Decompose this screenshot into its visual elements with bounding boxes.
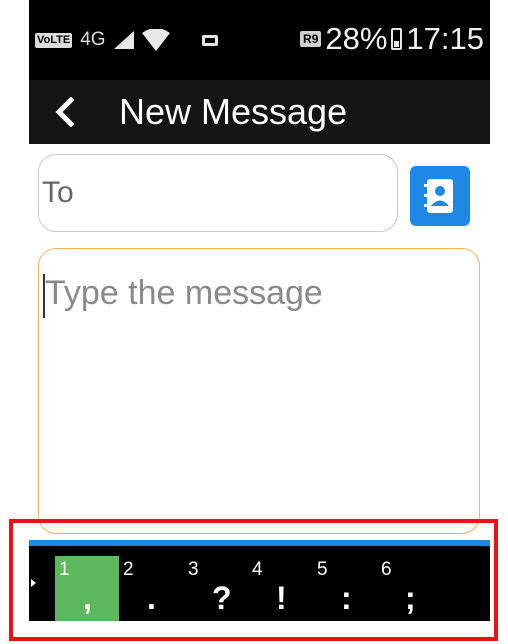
scroll-left-icon[interactable] [31,579,36,587]
key-symbol: . [147,580,156,616]
key-number: 6 [381,559,392,580]
key-number: 3 [188,559,199,580]
key-number: 2 [123,559,134,580]
status-bar: VoLTE 4G R9 28% 17:15 [29,0,490,80]
message-placeholder: Type the message [45,274,323,312]
symbol-key-5[interactable]: 5 : [313,556,377,621]
key-number: 4 [252,559,263,580]
notification-icon [201,35,218,46]
symbol-key-1[interactable]: 1 , [55,556,119,621]
network-type: 4G [80,29,106,50]
status-bar-right: R9 28% 17:15 [300,18,484,60]
recipient-placeholder: To [42,176,74,209]
contacts-button[interactable] [410,166,470,226]
roaming-badge: R9 [300,31,322,47]
app-bar: New Message [29,80,490,144]
contact-book-icon [424,179,453,213]
back-arrow-icon[interactable] [41,88,89,136]
status-bar-left: VoLTE 4G [35,22,220,58]
recipient-input[interactable]: To [38,154,398,232]
key-number: 1 [59,559,70,580]
key-symbol: , [83,580,92,616]
symbol-key-2[interactable]: 2 . [119,556,183,621]
page-title: New Message [119,91,348,132]
volte-badge: VoLTE [35,32,73,48]
phone-screen: VoLTE 4G R9 28% 17:15 New Message To Typ… [29,0,490,644]
symbol-key-4[interactable]: 4 ! [248,556,312,621]
key-symbol: ! [276,580,287,616]
key-number: 5 [317,559,328,580]
symbol-key-3[interactable]: 3 ? [184,556,248,621]
battery-icon [391,28,403,50]
key-symbol: ; [405,580,416,616]
key-symbol: ? [212,580,232,616]
signal-icon [113,31,134,49]
wifi-icon [141,29,170,51]
symbol-key-6[interactable]: 6 ; [377,556,441,621]
message-input[interactable]: Type the message [38,248,480,534]
battery-percentage: 28% [325,21,388,56]
status-time: 17:15 [406,21,484,56]
key-symbol: : [341,580,352,616]
symbol-keyboard-bar: 1 , 2 . 3 ? 4 ! 5 : 6 ; [29,546,490,621]
